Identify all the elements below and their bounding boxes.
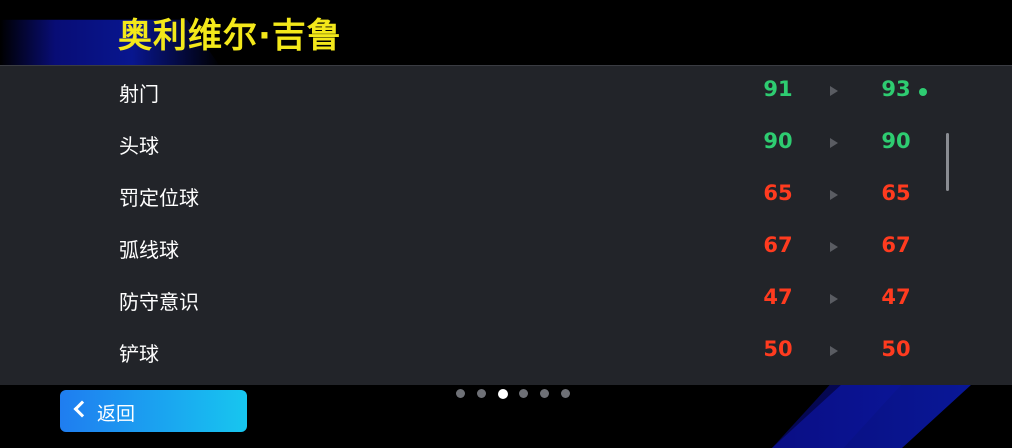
stat-value-after: 67 [881,233,911,257]
stat-value-before: 91 [763,77,793,101]
back-button[interactable]: 返回 [60,390,247,432]
stat-value-before: 67 [763,233,793,257]
stat-label: 弧线球 [119,238,179,262]
arrow-right-icon [830,86,838,96]
pager-dot[interactable] [540,389,549,398]
increase-dot-icon [919,88,927,96]
stat-label: 头球 [119,134,159,158]
pager-dot[interactable] [477,389,486,398]
stat-row: 射门 91 93 [0,66,1012,118]
stat-row: 防守意识 47 47 [0,274,1012,326]
stat-value-before: 50 [763,337,793,361]
stat-row: 弧线球 67 67 [0,222,1012,274]
stat-label: 射门 [119,82,159,106]
arrow-right-icon [830,190,838,200]
stat-value-after: 47 [881,285,911,309]
arrow-right-icon [830,294,838,304]
stats-panel[interactable]: 射门 91 93 头球 90 90 罚定位球 65 65 弧线球 67 67 防… [0,65,1012,385]
pager-dot[interactable] [561,389,570,398]
stat-value-after: 50 [881,337,911,361]
stat-value-before: 90 [763,129,793,153]
stat-value-after: 93 [881,77,911,101]
stat-value-after: 90 [881,129,911,153]
stat-label: 铲球 [119,342,159,366]
player-name-title: 奥利维尔·吉鲁 [118,16,342,56]
arrow-right-icon [830,346,838,356]
chevron-left-icon [73,400,91,418]
stat-value-before: 47 [763,285,793,309]
pager-dot[interactable] [519,389,528,398]
stat-row: 铲球 50 50 [0,326,1012,378]
back-button-label: 返回 [97,403,136,425]
stat-label: 罚定位球 [119,186,199,210]
arrow-right-icon [830,138,838,148]
pager-dot[interactable] [456,389,465,398]
stat-value-before: 65 [763,181,793,205]
arrow-right-icon [830,242,838,252]
scrollbar-thumb[interactable] [946,133,949,191]
pager-dot-active[interactable] [498,388,508,399]
stat-label: 防守意识 [119,290,199,314]
stat-row: 头球 90 90 [0,118,1012,170]
stat-value-after: 65 [881,181,911,205]
stat-row: 罚定位球 65 65 [0,170,1012,222]
